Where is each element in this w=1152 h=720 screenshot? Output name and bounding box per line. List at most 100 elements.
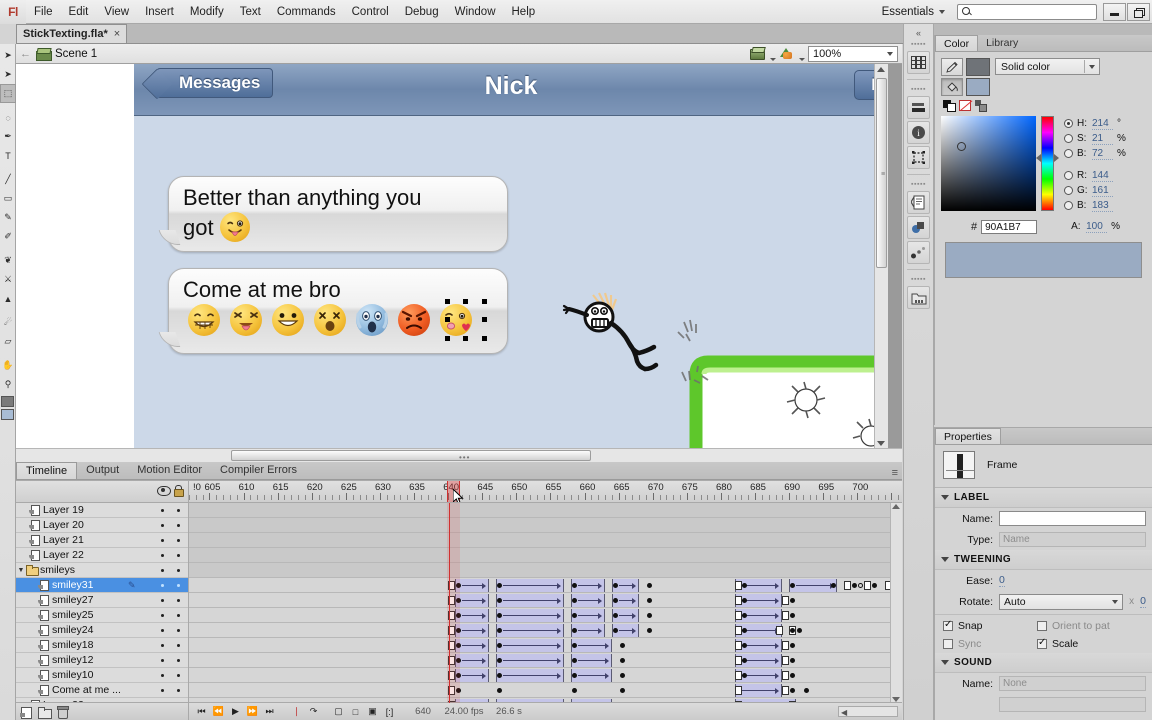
blank-keyframe[interactable] [782,641,790,650]
grinning-emoji[interactable] [188,304,220,336]
layer-name[interactable]: smiley10 [52,669,188,681]
visibility-toggle[interactable] [161,674,164,677]
hue-slider[interactable] [1036,116,1059,211]
layer-row[interactable]: smiley18 [16,638,188,653]
code-snippets-icon[interactable] [907,191,930,214]
keyframe[interactable] [619,658,625,663]
visibility-toggle[interactable] [161,629,164,632]
timeline-vertical-scrollbar[interactable] [890,503,902,703]
fill-color-button[interactable] [941,78,963,96]
visibility-toggle[interactable] [161,644,164,647]
chevron-down-icon[interactable] [770,57,776,61]
color-panel-tab-library[interactable]: Library [978,35,1026,51]
frame-row[interactable] [189,518,902,533]
keyframe[interactable] [790,643,796,648]
menu-commands[interactable]: Commands [269,0,344,24]
frame-rate-indicator[interactable]: 24.00 fps [440,706,488,717]
dizzy-face-emoji[interactable] [314,304,346,336]
keyframe[interactable] [571,628,577,633]
edit-multiple-frames-button[interactable]: ▣ [366,705,379,718]
lock-toggle[interactable] [177,524,180,527]
step-forward-button[interactable]: ⏩ [246,705,259,718]
timeline-tab-motion-editor[interactable]: Motion Editor [128,462,211,479]
timeline-tab-timeline[interactable]: Timeline [16,462,78,479]
go-to-first-frame-button[interactable]: ⏮ [195,705,208,718]
radio-icon[interactable] [1064,201,1073,210]
brush-tool[interactable]: ✐ [0,227,16,246]
color-picker-knob[interactable] [957,142,966,151]
tool-fill-color[interactable] [1,409,14,420]
keyframe[interactable] [790,658,796,663]
color-field-b-2[interactable]: B: 72% [1064,146,1126,161]
keyframe[interactable] [619,688,625,693]
color-field-s-1[interactable]: S: 21% [1064,131,1126,146]
radio-icon[interactable] [1064,119,1073,128]
keyframe[interactable] [496,688,502,693]
timeline-tab-output[interactable]: Output [77,462,128,479]
frame-row[interactable] [189,563,902,578]
keyframe[interactable] [496,628,502,633]
frame-row[interactable] [189,653,902,668]
layer-name[interactable]: smiley31 [52,579,188,591]
emoji-row[interactable] [188,304,472,336]
grid-panel-icon[interactable] [907,51,930,74]
green-object-group[interactable] [656,224,888,449]
angry-face-emoji[interactable] [398,304,430,336]
lock-toggle[interactable] [177,569,180,572]
text-tool[interactable]: T [0,146,16,165]
collapse-panels-button[interactable]: « [904,28,933,40]
back-arrow-icon[interactable]: ← [20,48,31,60]
stroke-color-button[interactable] [941,58,963,76]
workspace-switcher[interactable]: Essentials [876,6,951,18]
keyframe[interactable] [571,673,577,678]
layer-row[interactable]: smiley25 [16,608,188,623]
frame-row[interactable] [189,593,902,608]
layer-name[interactable]: smiley18 [52,639,188,651]
color-field-value[interactable]: 72 [1092,148,1113,160]
layer-row[interactable]: smiley31 ✎ [16,578,188,593]
scene-label[interactable]: Scene 1 [55,48,97,60]
radio-icon[interactable] [1064,171,1073,180]
eyedropper-tool[interactable]: ☄ [0,313,16,332]
section-tweening[interactable]: TWEENING [935,550,1152,570]
frame-row[interactable] [189,638,902,653]
keyframe[interactable] [872,583,877,588]
library-folder-icon[interactable] [907,286,930,309]
scroll-down-arrow-icon[interactable] [877,441,885,446]
rotate-times-value[interactable]: 0 [1140,595,1146,608]
label-type-input[interactable]: Name [999,532,1146,547]
visibility-toggle[interactable] [161,524,164,527]
step-back-button[interactable]: ⏪ [212,705,225,718]
layer-list[interactable]: Layer 19 Layer 20 Layer 21 Layer 22 ▼ smileys… [16,503,189,703]
stage-vertical-scrollbar[interactable]: ≡ [874,64,888,449]
timeline-frames-grid[interactable] [189,503,902,703]
lock-toggle[interactable] [177,689,180,692]
layer-name[interactable]: smiley25 [52,609,188,621]
center-frame-button[interactable]: ❘ [290,705,303,718]
scroll-up-arrow-icon[interactable] [877,67,885,72]
blank-keyframe[interactable] [782,656,790,665]
color-field-value[interactable]: 161 [1092,185,1113,197]
eraser-tool[interactable]: ▱ [0,332,16,351]
properties-panel-tab[interactable]: Properties [935,428,1001,444]
no-color-button[interactable] [959,100,971,111]
snap-checkbox[interactable]: Snap [943,619,1021,632]
menu-edit[interactable]: Edit [61,0,97,24]
section-label[interactable]: LABEL [935,488,1152,508]
color-field-value[interactable]: 144 [1092,170,1113,182]
go-to-last-frame-button[interactable]: ⏭ [263,705,276,718]
bone-tool[interactable]: ⚔ [0,270,16,289]
sound-name-select[interactable]: None [999,676,1146,691]
keyframe[interactable] [851,583,857,588]
new-layer-button[interactable] [20,706,33,719]
line-tool[interactable]: ╱ [0,170,16,189]
empty-keyframe[interactable] [858,583,864,588]
stage-scroll-thumb-horizontal[interactable] [231,450,591,461]
stage-horizontal-scrollbar[interactable]: ••• [16,448,902,462]
edit-scene-icon[interactable] [750,46,767,61]
keyframe[interactable] [646,628,652,633]
keyframe[interactable] [496,658,502,663]
blank-keyframe[interactable] [734,611,742,620]
keyframe[interactable] [796,628,802,633]
blank-keyframe[interactable] [782,611,790,620]
